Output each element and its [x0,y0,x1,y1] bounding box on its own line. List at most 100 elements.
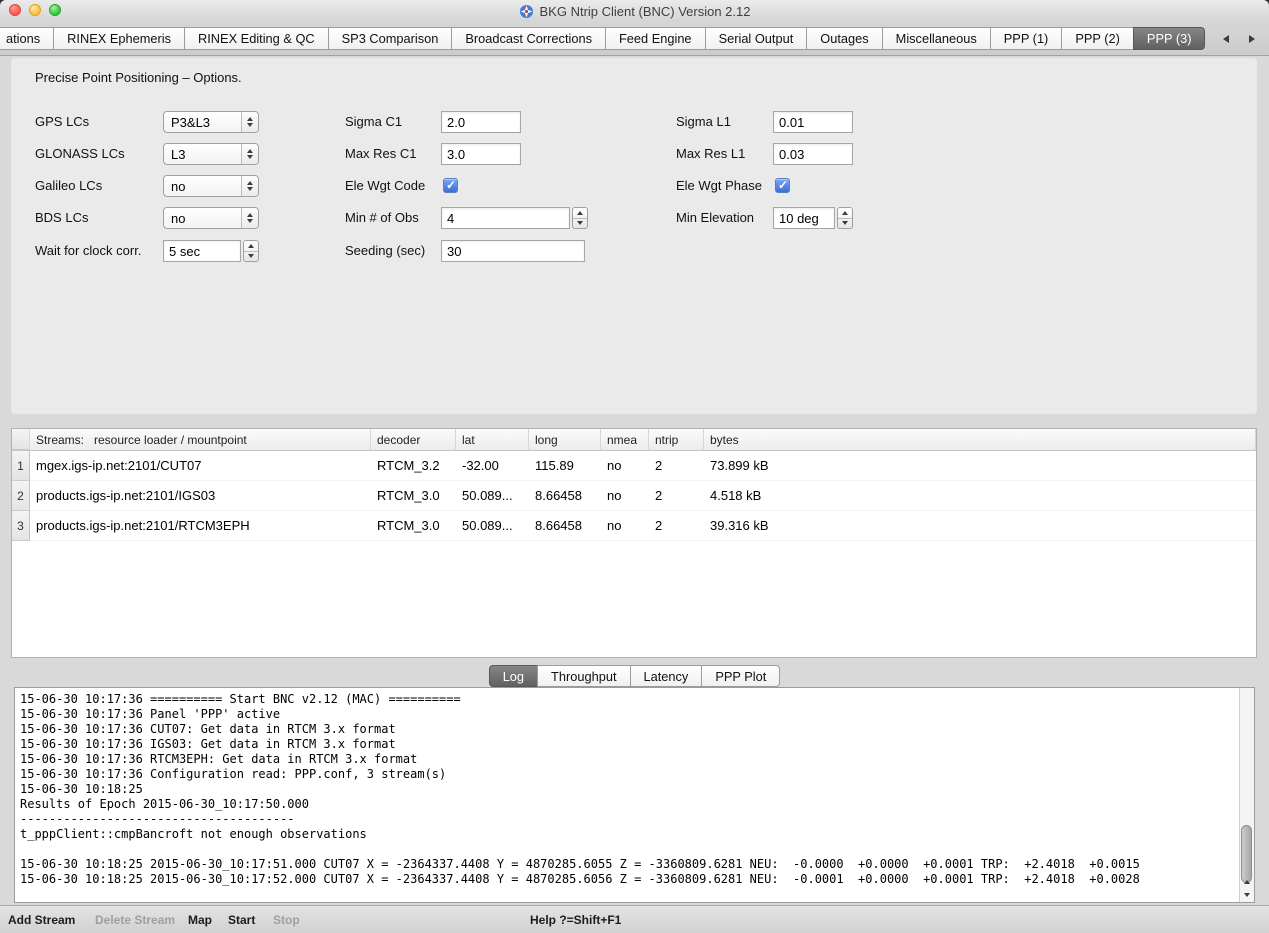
tab-ppp-2[interactable]: PPP (2) [1061,27,1133,50]
stepper-up-button[interactable] [244,241,258,252]
wait-clock-corr-spinner [163,240,259,262]
cell-long: 115.89 [529,451,601,481]
sigma-c1-input[interactable] [441,111,521,133]
min-elevation-stepper [837,207,853,229]
top-tab-bar: ations RINEX Ephemeris RINEX Editing & Q… [0,22,1269,56]
log-line: 15-06-30 10:17:36 ========== Start BNC v… [20,692,1236,707]
header-mountpoint[interactable]: Streams: resource loader / mountpoint [30,429,371,450]
scroll-down-button[interactable] [1240,888,1254,901]
title-bar[interactable]: BKG Ntrip Client (BNC) Version 2.12 [0,0,1269,22]
tab-throughput[interactable]: Throughput [537,665,629,687]
stream-row[interactable]: 3 products.igs-ip.net:2101/RTCM3EPH RTCM… [12,511,1256,541]
log-line: 15-06-30 10:18:25 2015-06-30_10:17:51.00… [20,857,1236,872]
bottom-toolbar: Add Stream Delete Stream Map Start Stop … [0,905,1269,933]
help-button[interactable]: Help ?=Shift+F1 [530,913,621,927]
log-line: 15-06-30 10:17:36 RTCM3EPH: Get data in … [20,752,1236,767]
header-bytes[interactable]: bytes [704,429,1256,450]
close-window-button[interactable] [9,4,21,16]
gps-lcs-select[interactable]: P3&L3 [163,111,259,133]
cell-lat: 50.089... [456,511,529,541]
zoom-window-button[interactable] [49,4,61,16]
log-scrollbar[interactable] [1239,688,1254,902]
glonass-lcs-label: GLONASS LCs [35,143,125,165]
header-long[interactable]: long [529,429,601,450]
stepper-down-button[interactable] [838,219,852,229]
stop-button[interactable]: Stop [273,913,300,927]
chevron-right-icon [1249,35,1255,43]
tab-serial-output[interactable]: Serial Output [705,27,807,50]
log-tab-bar: Log Throughput Latency PPP Plot [0,665,1269,687]
galileo-lcs-select[interactable]: no [163,175,259,197]
arrow-down-icon [247,187,253,191]
stream-row[interactable]: 1 mgex.igs-ip.net:2101/CUT07 RTCM_3.2 -3… [12,451,1256,481]
tab-broadcast-corrections[interactable]: Broadcast Corrections [451,27,605,50]
seeding-input[interactable] [441,240,585,262]
bds-lcs-value: no [164,211,241,226]
tab-ppp-1[interactable]: PPP (1) [990,27,1062,50]
stepper-up-button[interactable] [573,208,587,219]
tab-sp3-comparison[interactable]: SP3 Comparison [328,27,452,50]
ele-wgt-code-checkbox[interactable] [443,178,458,193]
header-lat[interactable]: lat [456,429,529,450]
arrow-down-icon [1244,893,1250,897]
log-line: 15-06-30 10:17:36 CUT07: Get data in RTC… [20,722,1236,737]
max-res-c1-input[interactable] [441,143,521,165]
cell-decoder: RTCM_3.0 [371,481,456,511]
cell-nmea: no [601,481,649,511]
minimize-window-button[interactable] [29,4,41,16]
add-stream-button[interactable]: Add Stream [8,913,75,927]
tab-log[interactable]: Log [489,665,537,687]
log-output[interactable]: 15-06-30 10:17:36 ========== Start BNC v… [20,692,1236,900]
tab-scroll-right-button[interactable] [1245,31,1259,47]
panel-title: Precise Point Positioning – Options. [35,70,242,85]
tab-ppp-plot[interactable]: PPP Plot [701,665,780,687]
scroll-up-button[interactable] [1240,875,1254,888]
cell-bytes: 4.518 kB [704,481,1256,511]
cell-nmea: no [601,451,649,481]
max-res-l1-input[interactable] [773,143,853,165]
combo-arrows-icon [241,112,258,132]
log-scrollbar-buttons [1240,875,1254,901]
cell-long: 8.66458 [529,511,601,541]
delete-stream-button[interactable]: Delete Stream [95,913,175,927]
stepper-down-button[interactable] [573,219,587,229]
traffic-lights [9,4,61,16]
min-elevation-input[interactable] [773,207,835,229]
tab-rinex-observations[interactable]: ations [0,27,53,50]
tab-rinex-editing-qc[interactable]: RINEX Editing & QC [184,27,328,50]
streams-table: Streams: resource loader / mountpoint de… [11,428,1257,658]
log-line: 15-06-30 10:17:36 Panel 'PPP' active [20,707,1236,722]
header-ntrip[interactable]: ntrip [649,429,704,450]
tab-latency[interactable]: Latency [630,665,702,687]
stepper-down-button[interactable] [244,252,258,262]
wait-clock-corr-input[interactable] [163,240,241,262]
combo-arrows-icon [241,208,258,228]
sigma-l1-input[interactable] [773,111,853,133]
header-nmea[interactable]: nmea [601,429,649,450]
header-decoder[interactable]: decoder [371,429,456,450]
log-line: 15-06-30 10:18:25 2015-06-30_10:17:52.00… [20,872,1236,887]
tab-ppp-3[interactable]: PPP (3) [1133,27,1206,50]
bds-lcs-select[interactable]: no [163,207,259,229]
stream-row[interactable]: 2 products.igs-ip.net:2101/IGS03 RTCM_3.… [12,481,1256,511]
stepper-up-button[interactable] [838,208,852,219]
ele-wgt-code-label: Ele Wgt Code [345,175,425,197]
sigma-l1-label: Sigma L1 [676,111,731,133]
min-obs-input[interactable] [441,207,570,229]
bds-lcs-label: BDS LCs [35,207,88,229]
glonass-lcs-select[interactable]: L3 [163,143,259,165]
tab-miscellaneous[interactable]: Miscellaneous [882,27,990,50]
tab-outages[interactable]: Outages [806,27,881,50]
tab-rinex-ephemeris[interactable]: RINEX Ephemeris [53,27,184,50]
content-area: Precise Point Positioning – Options. GPS… [0,56,1269,905]
start-button[interactable]: Start [228,913,255,927]
log-line: 15-06-30 10:17:36 IGS03: Get data in RTC… [20,737,1236,752]
app-icon [519,4,534,19]
chevron-left-icon [1223,35,1229,43]
arrow-up-icon [577,211,583,215]
tab-scroll-left-button[interactable] [1219,31,1233,47]
ele-wgt-phase-checkbox[interactable] [775,178,790,193]
cell-nmea: no [601,511,649,541]
map-button[interactable]: Map [188,913,212,927]
tab-feed-engine[interactable]: Feed Engine [605,27,705,50]
